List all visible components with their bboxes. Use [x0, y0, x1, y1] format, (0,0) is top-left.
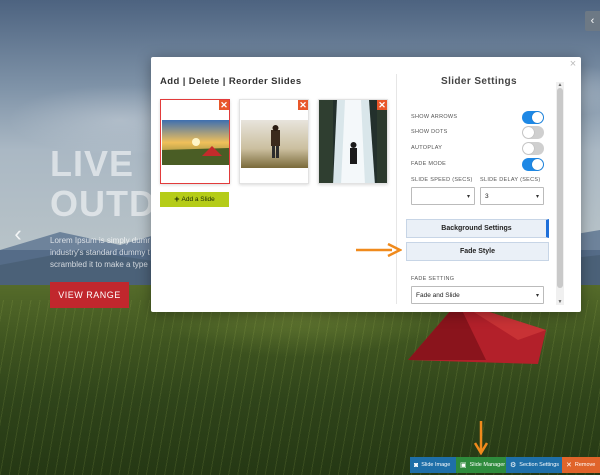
slide-image-waterfall [319, 100, 387, 183]
image-icon: ▣ [460, 461, 467, 469]
background-settings-button[interactable]: Background Settings [406, 219, 549, 238]
camera-icon: ◙ [414, 461, 419, 469]
remove-slide-button[interactable]: ✕ [298, 100, 308, 110]
section-settings-button[interactable]: ⚙ Section Settings [506, 457, 562, 473]
show-dots-toggle[interactable] [522, 126, 544, 139]
hero-title-line-1: LIVE [50, 146, 135, 182]
fade-mode-toggle[interactable] [522, 158, 544, 171]
slide-thumbnail-3[interactable]: ✕ [318, 99, 388, 184]
show-dots-label: SHOW DOTS [411, 129, 448, 135]
section-toolbar: ◙ Slide Image ▣ Slide Manager ⚙ Section … [410, 457, 600, 473]
slide-delay-select[interactable]: 3 ▾ [480, 187, 544, 205]
remove-label: Remove [574, 462, 596, 468]
scrollbar-thumb[interactable] [557, 88, 563, 288]
autoplay-toggle[interactable] [522, 142, 544, 155]
autoplay-label: AUTOPLAY [411, 145, 443, 151]
toggle-row-autoplay: AUTOPLAY [411, 142, 546, 156]
fade-setting-value: Fade and Slide [416, 291, 460, 299]
view-range-button[interactable]: VIEW RANGE [50, 282, 129, 308]
slide-manager-label: Slide Manager [469, 462, 506, 468]
slide-speed-label: SLIDE SPEED (SECS) [411, 177, 473, 183]
slide-thumbnail-1[interactable]: ✕ [160, 99, 230, 184]
fade-setting-label: FADE SETTING [411, 276, 455, 282]
slider-settings-title: Slider Settings [441, 76, 518, 87]
close-icon[interactable]: × [568, 59, 578, 70]
arrow-right-icon [356, 243, 402, 257]
slide-image-hiker [241, 120, 308, 168]
slide-speed-select[interactable]: ▾ [411, 187, 475, 205]
hero-description-line-3: scrambled it to make a type [50, 260, 148, 269]
remove-section-button[interactable]: ✕ Remove [562, 457, 600, 473]
slide-manager-modal: × Add | Delete | Reorder Slides ✕ ✕ ✕ + … [151, 57, 581, 312]
add-slide-label: Add a Slide [181, 196, 215, 203]
chevron-down-icon: ▾ [466, 194, 470, 200]
slide-manager-button[interactable]: ▣ Slide Manager [456, 457, 506, 473]
show-arrows-label: SHOW ARROWS [411, 114, 458, 120]
section-settings-label: Section Settings [519, 462, 560, 468]
slide-image-button[interactable]: ◙ Slide Image [410, 457, 456, 473]
scroll-down-icon[interactable]: ▼ [556, 299, 564, 305]
collapse-panel-button[interactable]: ‹ [585, 11, 600, 31]
show-arrows-toggle[interactable] [522, 111, 544, 124]
arrow-down-icon [474, 421, 488, 455]
slide-delay-label: SLIDE DELAY (SECS) [480, 177, 541, 183]
close-icon: ✕ [566, 461, 572, 469]
remove-slide-button[interactable]: ✕ [219, 100, 229, 110]
fade-mode-label: FADE MODE [411, 161, 447, 167]
remove-slide-button[interactable]: ✕ [377, 100, 387, 110]
hero-description-line-2: industry's standard dummy t [50, 248, 150, 257]
toggle-row-fade-mode: FADE MODE [411, 158, 546, 172]
toggle-row-show-arrows: SHOW ARROWS [411, 111, 546, 125]
fade-setting-select[interactable]: Fade and Slide ▾ [411, 286, 544, 304]
add-slide-button[interactable]: + Add a Slide [160, 192, 229, 207]
chevron-down-icon: ▾ [535, 293, 539, 299]
slides-panel-title: Add | Delete | Reorder Slides [160, 76, 302, 87]
panel-divider [396, 74, 397, 304]
slide-image-sunset-camp [162, 120, 229, 165]
hero-description-line-1: Lorem Ipsum is simply dumm [50, 236, 150, 245]
hero-title-line-2: OUTD [50, 186, 156, 222]
slide-thumbnail-2[interactable]: ✕ [239, 99, 309, 184]
gear-icon: ⚙ [510, 461, 517, 469]
settings-scrollbar[interactable]: ▲ ▼ [556, 82, 564, 305]
slide-image-label: Slide Image [421, 462, 451, 468]
chevron-down-icon: ▾ [535, 194, 539, 200]
toggle-row-show-dots: SHOW DOTS [411, 126, 546, 140]
slide-delay-value: 3 [485, 192, 489, 200]
plus-icon: + [174, 194, 180, 204]
chevron-left-icon[interactable]: ‹ [10, 222, 26, 246]
fade-style-button[interactable]: Fade Style [406, 242, 549, 261]
